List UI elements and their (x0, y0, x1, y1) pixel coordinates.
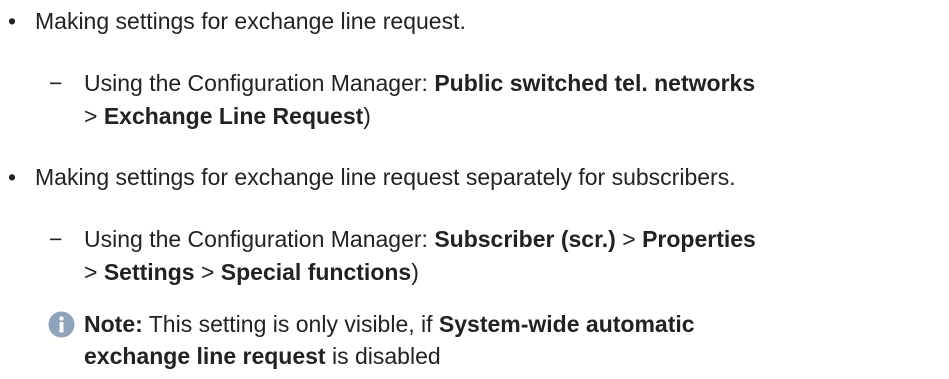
sub-item-line: > Exchange Line Request) (84, 100, 371, 133)
menu-path-settings: Settings (103, 259, 195, 285)
path-separator: > (84, 259, 104, 285)
dash-marker: − (49, 226, 63, 252)
sub-item-line: Using the Configuration Manager: Subscri… (84, 223, 756, 256)
info-icon (48, 311, 75, 338)
document-page: • Making settings for exchange line requ… (0, 0, 949, 379)
list-item-text: Making settings for exchange line reques… (35, 8, 466, 34)
note-text: is disabled (325, 343, 441, 369)
sub-item-line: Using the Configuration Manager: Public … (84, 67, 755, 100)
bullet-marker: • (8, 164, 17, 190)
menu-path-public-networks: Public switched tel. networks (434, 70, 756, 96)
menu-path-exchange-line-request: Exchange Line Request (103, 103, 364, 129)
note-setting-name: System-wide automatic (438, 311, 695, 337)
note-label: Note: (84, 311, 143, 337)
closing-paren: ) (411, 259, 419, 285)
dash-marker: − (49, 70, 63, 96)
menu-path-special-functions: Special functions (220, 259, 412, 285)
path-separator: > (194, 259, 221, 285)
note-line: Note: This setting is only visible, if S… (84, 308, 695, 341)
sub-item-prefix: Using the Configuration Manager: (84, 226, 435, 252)
sub-item-line: > Settings > Special functions) (84, 256, 419, 289)
path-separator: > (615, 226, 643, 252)
menu-path-subscriber: Subscriber (scr.) (434, 226, 616, 252)
menu-path-properties: Properties (642, 226, 756, 252)
bullet-marker: • (8, 8, 17, 34)
path-separator: > (84, 103, 104, 129)
list-item-text: Making settings for exchange line reques… (35, 164, 736, 190)
note-text: This setting is only visible, if (142, 311, 439, 337)
note-line: exchange line request is disabled (84, 340, 441, 373)
sub-item-prefix: Using the Configuration Manager: (84, 70, 435, 96)
closing-paren: ) (363, 103, 371, 129)
note-setting-name: exchange line request (84, 343, 326, 369)
